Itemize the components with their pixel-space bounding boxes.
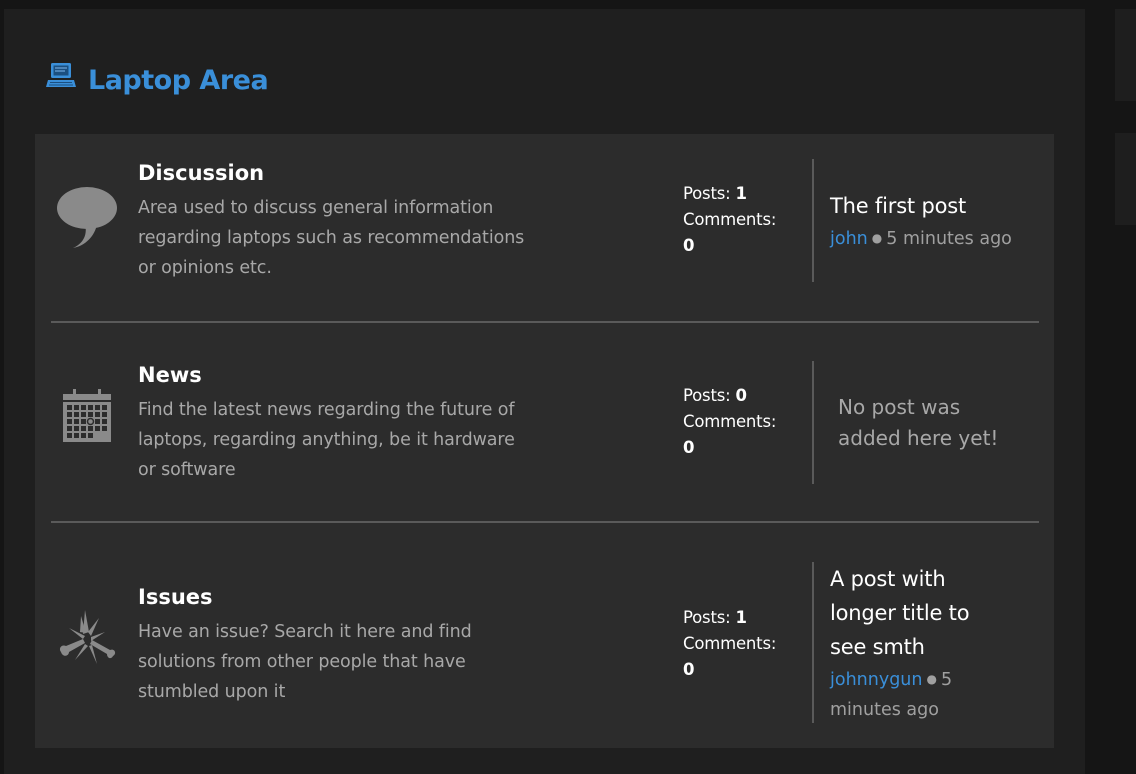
latest-post: A post with longer title to see smth joh… xyxy=(830,562,1010,725)
category-description: Find the latest news regarding the futur… xyxy=(138,400,515,480)
comments-count: 0 xyxy=(683,660,695,679)
category-stats: Posts: 1 Comments: 0 xyxy=(683,181,803,259)
category-row-issues: Issues Have an issue? Search it here and… xyxy=(35,524,1054,748)
category-description: Have an issue? Search it here and find s… xyxy=(138,622,472,702)
category-title[interactable]: News xyxy=(138,363,202,387)
latest-post-meta: johnnygun ● 5 minutes ago xyxy=(830,664,1010,725)
post-author-link[interactable]: john xyxy=(830,229,868,249)
category-list: Discussion Area used to discuss general … xyxy=(35,134,1054,748)
latest-post-title[interactable]: The first post xyxy=(830,189,1030,223)
posts-count: 1 xyxy=(735,608,747,627)
latest-post: The first post john ● 5 minutes ago xyxy=(830,189,1030,254)
category-row-news: News Find the latest news regarding the … xyxy=(35,323,1054,524)
category-title[interactable]: Issues xyxy=(138,585,213,609)
sidebar-block xyxy=(1115,133,1136,225)
latest-post-title[interactable]: A post with longer title to see smth xyxy=(830,562,1010,664)
speech-bubble-icon xyxy=(57,187,117,248)
comments-label: Comments: xyxy=(683,412,777,431)
comments-label: Comments: xyxy=(683,210,777,229)
posts-label: Posts: xyxy=(683,386,731,405)
laptop-icon xyxy=(46,63,76,87)
comments-count: 0 xyxy=(683,236,695,255)
empty-state-message: No post was added here yet! xyxy=(838,395,999,450)
category-stats: Posts: 0 Comments: 0 xyxy=(683,383,803,461)
area-title[interactable]: Laptop Area xyxy=(88,65,269,96)
divider xyxy=(812,361,814,484)
post-time: 5 minutes ago xyxy=(886,229,1012,249)
category-description: Area used to discuss general information… xyxy=(138,198,525,278)
posts-count: 0 xyxy=(735,386,747,405)
posts-label: Posts: xyxy=(683,184,731,203)
divider xyxy=(812,159,814,282)
post-author-link[interactable]: johnnygun xyxy=(830,670,923,690)
category-stats: Posts: 1 Comments: 0 xyxy=(683,605,803,683)
category-title[interactable]: Discussion xyxy=(138,161,264,185)
comments-count: 0 xyxy=(683,438,695,457)
sidebar-block xyxy=(1115,9,1136,101)
comments-label: Comments: xyxy=(683,634,777,653)
broken-bone-icon xyxy=(59,610,116,664)
posts-label: Posts: xyxy=(683,608,731,627)
divider xyxy=(812,562,814,723)
category-row-discussion: Discussion Area used to discuss general … xyxy=(35,134,1054,322)
latest-post-meta: john ● 5 minutes ago xyxy=(830,223,1030,254)
row-separator xyxy=(51,521,1039,523)
posts-count: 1 xyxy=(735,184,747,203)
separator-dot: ● xyxy=(926,672,937,686)
calendar-icon xyxy=(63,389,111,442)
separator-dot: ● xyxy=(871,231,883,245)
area-header: Laptop Area xyxy=(46,60,269,100)
